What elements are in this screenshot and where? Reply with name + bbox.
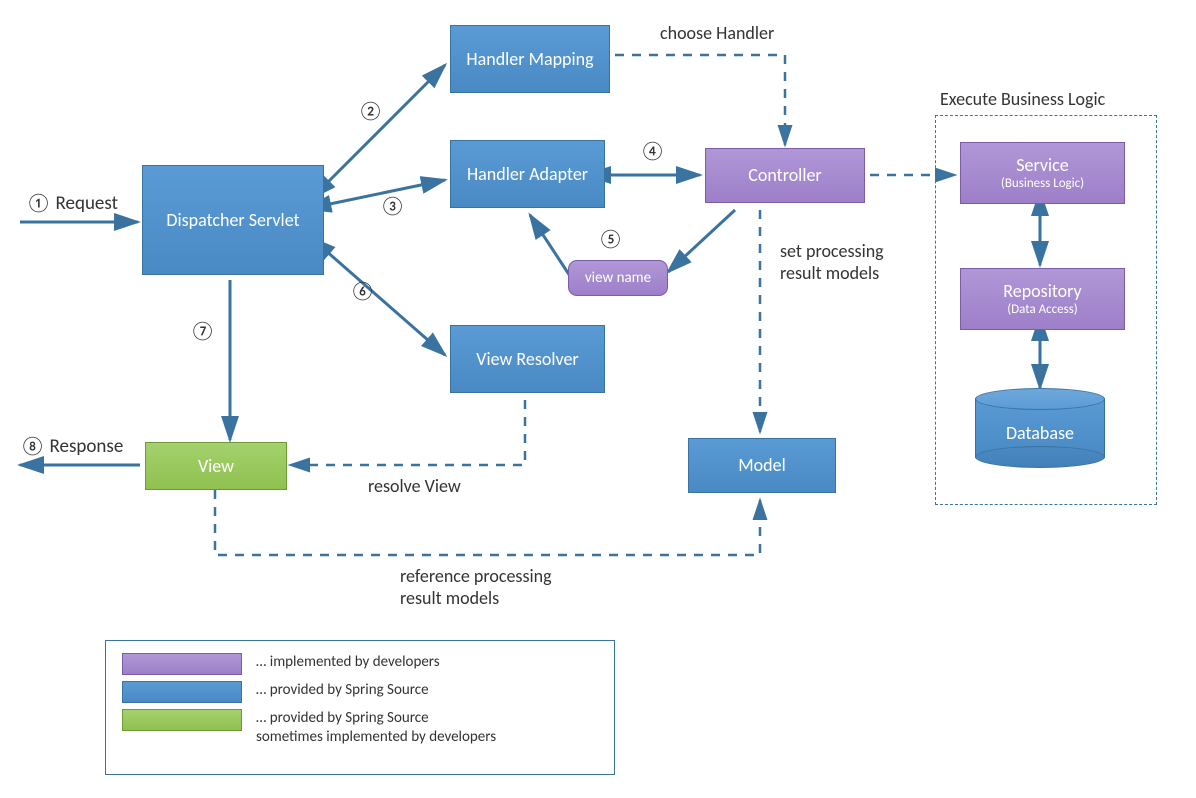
view-resolver-label: View Resolver [476, 348, 578, 371]
legend-swatch-green [122, 709, 242, 731]
controller-label: Controller [748, 164, 821, 187]
legend-swatch-blue [122, 681, 242, 703]
legend-text-purple: … implemented by developers [256, 653, 440, 672]
legend-row-green: … provided by Spring Source sometimes im… [122, 709, 598, 747]
legend-text-blue: … provided by Spring Source [256, 681, 429, 700]
handler-adapter-label: Handler Adapter [467, 163, 588, 186]
step-8: ⑧ Response [20, 435, 123, 458]
step-5: ⑤ [598, 228, 623, 251]
dispatcher-servlet-box: Dispatcher Servlet [142, 165, 324, 275]
step-6: ⑥ [350, 280, 375, 303]
view-box: View [145, 442, 287, 490]
resolve-view-label: resolve View [368, 475, 461, 497]
repository-label: Repository [1003, 280, 1081, 303]
view-label: View [198, 455, 234, 478]
dispatcher-label: Dispatcher Servlet [166, 209, 299, 232]
model-label: Model [738, 454, 785, 477]
service-sublabel: (Business Logic) [1001, 176, 1084, 192]
legend-box: … implemented by developers … provided b… [105, 640, 615, 775]
service-label: Service [1001, 154, 1084, 177]
step-1: ① Request [26, 192, 118, 215]
legend-row-purple: … implemented by developers [122, 653, 598, 675]
choose-handler-label: choose Handler [660, 22, 774, 44]
step-3: ③ [380, 195, 405, 218]
set-models-label: set processing result models [780, 240, 884, 284]
ref-models-label: reference processing result models [400, 565, 552, 609]
exec-biz-label: Execute Business Logic [940, 88, 1105, 110]
service-box: Service (Business Logic) [960, 142, 1125, 204]
repository-box: Repository (Data Access) [960, 268, 1125, 330]
step-2: ② [358, 100, 383, 123]
legend-swatch-purple [122, 653, 242, 675]
database-label: Database [975, 422, 1105, 444]
controller-box: Controller [705, 148, 865, 203]
model-box: Model [688, 438, 836, 493]
handler-adapter-box: Handler Adapter [450, 140, 605, 208]
legend-text-green: … provided by Spring Source sometimes im… [256, 709, 496, 747]
legend-row-blue: … provided by Spring Source [122, 681, 598, 703]
database-cylinder: Database [975, 388, 1105, 468]
view-resolver-box: View Resolver [450, 325, 605, 393]
handler-mapping-box: Handler Mapping [450, 25, 610, 93]
repository-sublabel: (Data Access) [1003, 302, 1081, 318]
handler-mapping-label: Handler Mapping [466, 48, 593, 71]
view-name-box: view name [568, 260, 668, 296]
step-7: ⑦ [190, 320, 215, 343]
view-name-label: view name [585, 269, 651, 288]
step-4: ④ [640, 140, 665, 163]
